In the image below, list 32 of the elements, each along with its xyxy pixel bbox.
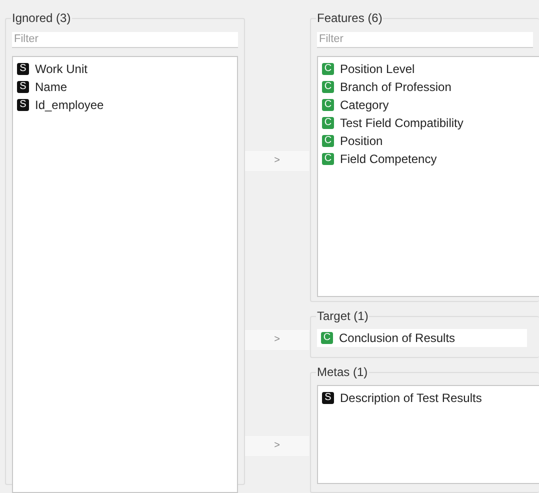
variable-list[interactable]: C Conclusion of Results	[317, 329, 527, 347]
filter-field[interactable]: Filter	[317, 32, 533, 48]
variable-name: Field Competency	[340, 151, 437, 168]
variable-list[interactable]: S Work Unit S Name S Id_employee	[12, 56, 238, 493]
variable-name: Name	[35, 79, 68, 96]
continuous-variable-icon: C	[322, 153, 334, 165]
string-variable-icon: S	[17, 63, 29, 75]
variable-name: Work Unit	[35, 61, 88, 78]
variable-name: Category	[340, 97, 389, 114]
group-title: Ignored (3)	[11, 10, 72, 26]
filter-field[interactable]: Filter	[12, 32, 238, 48]
group-title: Metas (1)	[316, 364, 369, 380]
variable-name: Position Level	[340, 61, 415, 78]
continuous-variable-icon: C	[321, 332, 333, 344]
continuous-variable-icon: C	[322, 117, 334, 129]
group-title: Features (6)	[316, 10, 384, 26]
variable-name: Branch of Profession	[340, 79, 452, 96]
variable-name: Conclusion of Results	[339, 330, 456, 347]
continuous-variable-icon: C	[322, 63, 334, 75]
continuous-variable-icon: C	[322, 135, 334, 147]
string-variable-icon: S	[17, 99, 29, 111]
variable-name: Test Field Compatibility	[340, 115, 464, 132]
string-variable-icon: S	[17, 81, 29, 93]
variable-list[interactable]: S Description of Test Results	[317, 385, 539, 484]
variable-name: Id_employee	[35, 97, 104, 114]
group-title: Target (1)	[316, 308, 370, 324]
string-variable-icon: S	[322, 392, 334, 404]
continuous-variable-icon: C	[322, 81, 334, 93]
variable-name: Description of Test Results	[340, 390, 482, 407]
continuous-variable-icon: C	[322, 99, 334, 111]
variable-name: Position	[340, 133, 383, 150]
variable-list[interactable]: C Position Level C Branch of Profession C Category C Test Field Compatibility C Position C Field Competency	[317, 56, 539, 297]
